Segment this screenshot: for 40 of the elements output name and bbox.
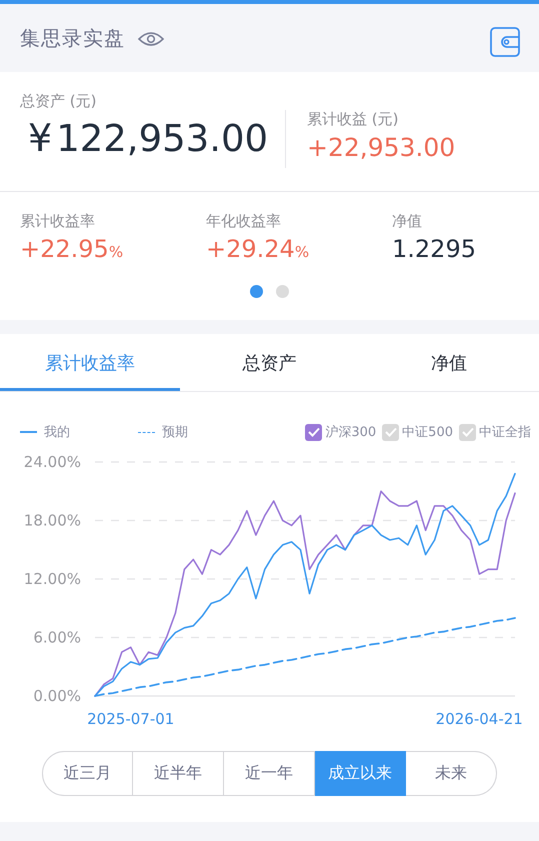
range-button[interactable]: 未来 (406, 751, 497, 796)
checkbox[interactable] (305, 424, 322, 440)
eye-icon[interactable] (137, 30, 165, 48)
page-title: 集思录实盘 (20, 24, 125, 52)
tab[interactable]: 总资产 (180, 334, 360, 391)
y-axis-label: 18.00% (24, 512, 81, 530)
page-indicator-dot[interactable] (276, 285, 289, 298)
total-assets-value: 122,953.00 (56, 117, 268, 160)
benchmark-label[interactable]: 中证全指 (479, 423, 531, 441)
legend-label: 预期 (162, 424, 188, 441)
line-icon (20, 431, 37, 433)
y-axis-label: 6.00% (33, 628, 81, 646)
y-axis-label: 12.00% (24, 570, 81, 588)
range-button[interactable]: 近三月 (42, 751, 133, 796)
tab[interactable]: 累计收益率 (0, 334, 180, 391)
checkbox[interactable] (382, 424, 400, 440)
tab[interactable]: 净值 (359, 334, 539, 391)
range-button[interactable]: 成立以来 (315, 751, 406, 796)
cumulative-profit-label: 累计收益 (元) (307, 110, 400, 129)
metric-label: 年化收益率 (206, 212, 282, 231)
benchmark-label[interactable]: 中证500 (402, 423, 453, 441)
wallet-icon[interactable] (490, 27, 520, 57)
metric-label: 净值 (392, 212, 423, 231)
legend-label: 我的 (44, 424, 70, 441)
benchmark-label[interactable]: 沪深300 (325, 423, 376, 441)
x-axis-label: 2026-04-21 (436, 710, 523, 728)
checkbox[interactable] (459, 424, 476, 440)
page-indicator-dot[interactable] (250, 285, 263, 298)
range-button[interactable]: 近一年 (224, 751, 315, 796)
cumulative-profit-value: +22,953.00 (307, 133, 456, 162)
metric-value: +22.95% (20, 235, 124, 263)
metric-label: 累计收益率 (20, 212, 96, 231)
currency-symbol: ¥ (28, 116, 52, 160)
total-assets-label: 总资产 (元) (20, 92, 98, 111)
range-button[interactable]: 近半年 (133, 751, 224, 796)
x-axis-label: 2025-07-01 (87, 710, 174, 728)
metric-value: 1.2295 (392, 235, 476, 263)
y-axis-label: 0.00% (33, 687, 81, 705)
y-axis-label: 24.00% (24, 453, 81, 471)
metric-value: +29.24% (206, 235, 310, 263)
